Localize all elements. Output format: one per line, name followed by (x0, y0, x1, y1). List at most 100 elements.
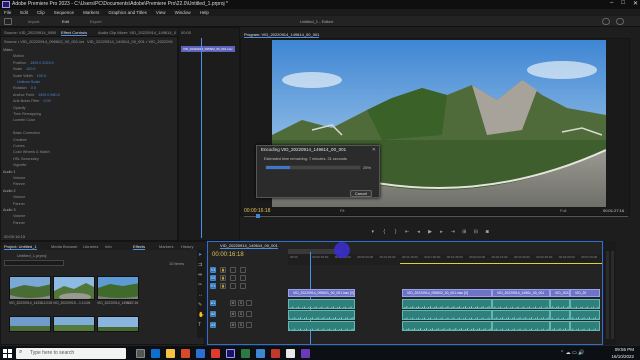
pen-tool-icon[interactable]: ✎ (198, 302, 202, 308)
audio-clip[interactable] (570, 321, 600, 331)
effect-row[interactable]: Anchor Point 1920.0 960.0 (13, 93, 60, 99)
hand-tool-icon[interactable]: ✋ (198, 312, 204, 318)
ripple-edit-icon[interactable]: ⇹ (198, 272, 202, 278)
effect-value[interactable]: 100.0 (37, 74, 46, 78)
clip-thumbnail[interactable] (9, 276, 51, 300)
zoom-select[interactable]: Fit (340, 208, 344, 213)
clock-date[interactable]: 16/10/2022 (596, 354, 634, 359)
audio-clip[interactable] (402, 321, 492, 331)
program-monitor-tab[interactable]: Program: VID_20220914_149614_00_001 (244, 32, 320, 38)
workspace-tab-import[interactable]: Import (28, 19, 39, 24)
program-playhead[interactable] (256, 214, 260, 218)
clip-thumbnail[interactable] (97, 276, 139, 300)
tab-libraries[interactable]: Libraries (83, 244, 98, 249)
app-icon[interactable] (241, 349, 250, 358)
effect-row[interactable]: Opacity (13, 106, 30, 112)
mail-icon[interactable] (256, 349, 265, 358)
tab-effects[interactable]: Effects (133, 244, 146, 250)
type-tool-icon[interactable]: T (198, 322, 201, 328)
play-icon[interactable]: ▶ (427, 229, 432, 235)
task-view-icon[interactable] (136, 349, 145, 358)
maximize-button[interactable]: □ (621, 0, 625, 9)
audio-clip[interactable] (550, 310, 570, 320)
effect-row[interactable]: Panner (13, 221, 29, 227)
effect-value[interactable]: 0.0 (31, 86, 36, 90)
windows-start-icon[interactable] (3, 349, 12, 358)
project-search-input[interactable] (4, 260, 64, 266)
minimize-button[interactable]: – (610, 0, 613, 9)
effect-value[interactable]: 100.0 (26, 67, 35, 71)
effect-row[interactable]: Panner (13, 202, 29, 208)
effect-row[interactable]: Scale 100.0 (13, 67, 35, 73)
menu-view[interactable]: View (156, 9, 166, 16)
workspace-tab-export[interactable]: Export (90, 19, 102, 24)
effect-row[interactable]: Position 1920.0 1024.0 (13, 61, 54, 67)
audio-clip[interactable] (492, 310, 550, 320)
effect-row[interactable]: Audio 3 (3, 208, 20, 214)
tab-markers[interactable]: Markers (159, 244, 173, 249)
effect-row[interactable]: Curves (13, 144, 29, 150)
audio-clip[interactable] (402, 310, 492, 320)
effect-row[interactable]: Creative (13, 138, 31, 144)
brave-icon[interactable] (181, 349, 190, 358)
home-icon[interactable] (4, 18, 12, 25)
step-forward-icon[interactable]: ▸ (439, 229, 444, 235)
audio-clip[interactable] (550, 299, 570, 309)
premiere-taskbar-icon[interactable] (226, 349, 235, 358)
menu-clip[interactable]: Clip (37, 9, 45, 16)
menu-markers[interactable]: Markers (83, 9, 99, 16)
slip-tool-icon[interactable]: ↔ (198, 292, 203, 298)
clock-time[interactable]: 09:55 PM (600, 347, 634, 352)
video-app-icon[interactable] (301, 349, 310, 358)
tab-source[interactable]: Source: VID_20220914_095601_00_001.insv (4, 30, 56, 35)
audio-clip[interactable] (288, 310, 355, 320)
effect-row[interactable]: HSL Secondary (13, 157, 43, 163)
audio-clip[interactable] (402, 299, 492, 309)
go-to-out-icon[interactable]: ⇥ (450, 229, 455, 235)
effect-row[interactable]: Volume (13, 214, 29, 220)
effect-row[interactable]: Color Wheels & Match (13, 150, 54, 156)
tab-audio-clip-mixer[interactable]: Audio Clip Mixer: VID_20220914_149614_00… (98, 30, 176, 35)
audio-clip[interactable] (288, 299, 355, 309)
audio-clip[interactable] (570, 310, 600, 320)
clip-thumbnail[interactable] (97, 316, 139, 332)
media-app-icon[interactable] (211, 349, 220, 358)
effect-row[interactable]: Time Remapping (13, 112, 45, 118)
effect-row[interactable]: Volume (13, 176, 29, 182)
cancel-button[interactable]: Cancel (350, 190, 372, 197)
selection-tool-icon[interactable]: ➤ (198, 252, 202, 258)
effect-row[interactable]: Scale Width 100.0 (13, 74, 46, 80)
clip-thumbnail[interactable] (53, 316, 95, 332)
tab-media-browser[interactable]: Media Browser (51, 244, 78, 249)
menu-help[interactable]: Help (200, 9, 209, 16)
tab-info[interactable]: Info (105, 244, 112, 249)
effect-value[interactable]: 0.00 (43, 99, 50, 103)
step-back-icon[interactable]: ◂ (416, 229, 421, 235)
clip-reference[interactable]: VID_20220914_149614_00_001 • VID_2022091 (87, 39, 175, 44)
tab-history[interactable]: History (181, 244, 193, 249)
store-icon[interactable] (196, 349, 205, 358)
dialog-close-icon[interactable]: ✕ (372, 147, 376, 153)
effect-value[interactable]: 1920.0 960.0 (38, 93, 60, 97)
clip-thumbnail[interactable] (53, 276, 95, 300)
audio-clip[interactable] (492, 299, 550, 309)
insert-icon[interactable]: ⊞ (462, 229, 467, 235)
tab-effect-controls[interactable]: Effect Controls (61, 30, 88, 36)
program-scrub-bar[interactable] (244, 216, 628, 217)
effect-row[interactable]: Video (3, 48, 16, 54)
menu-file[interactable]: File (4, 9, 11, 16)
effect-row[interactable]: Audio 2 (3, 189, 20, 195)
mini-playhead[interactable] (201, 38, 202, 238)
mini-clip[interactable]: VID_20220914_095602_00_001.insv (181, 46, 235, 52)
effect-row[interactable]: Motion (13, 54, 28, 60)
menu-sequence[interactable]: Sequence (54, 9, 74, 16)
effect-value[interactable]: Uniform Scale (17, 80, 40, 84)
clip-thumbnail[interactable] (9, 316, 51, 332)
effect-row[interactable]: Anti-flicker Filter 0.00 (13, 99, 51, 105)
effect-row[interactable]: Lumetri Color (13, 118, 39, 124)
audio-clip[interactable] (550, 321, 570, 331)
audio-clip[interactable] (288, 321, 355, 331)
close-button[interactable]: ✕ (633, 0, 638, 9)
effect-row[interactable]: Panner (13, 182, 29, 188)
edge-icon[interactable] (151, 349, 160, 358)
